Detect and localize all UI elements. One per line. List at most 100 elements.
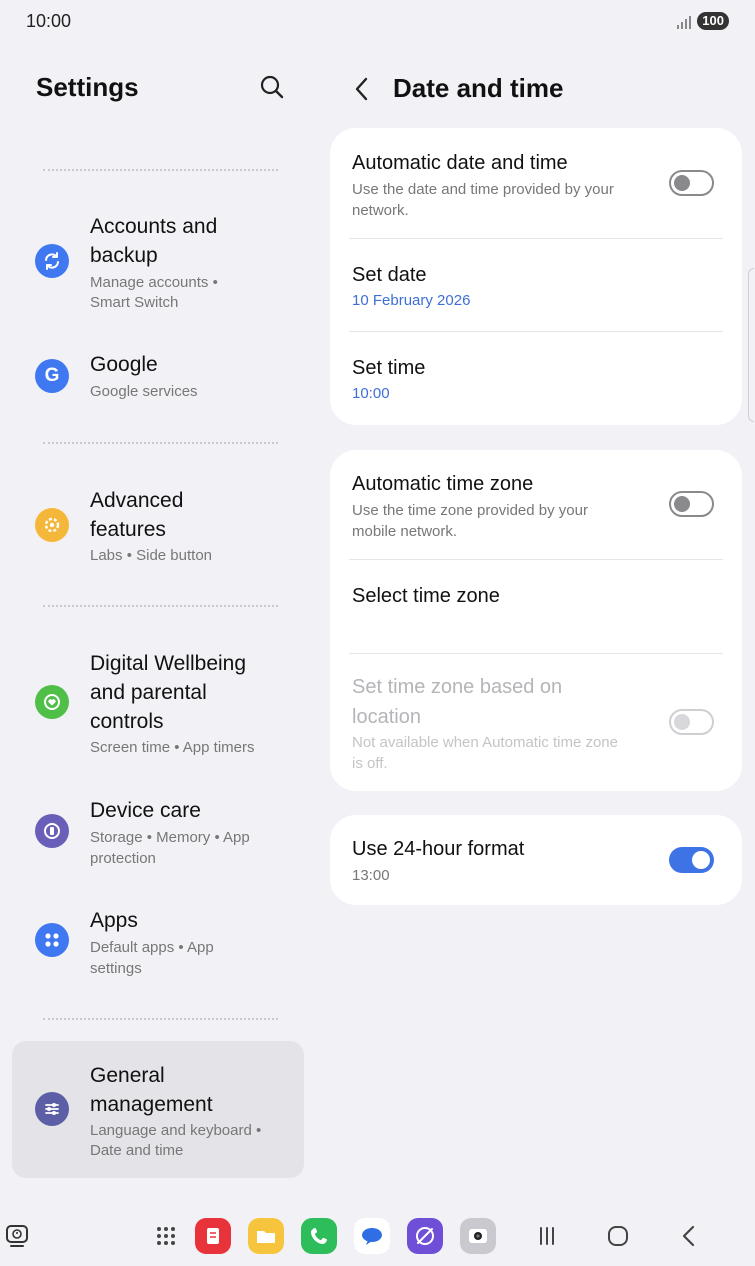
menu-item-title: Advanced <box>90 489 184 512</box>
menu-item-subtitle: Default apps • App <box>90 939 214 956</box>
format-card: Use 24-hour format 13:00 <box>330 815 742 905</box>
section-divider <box>43 605 278 607</box>
menu-item-subtitle: Google services <box>90 383 198 400</box>
camera-icon[interactable] <box>460 1218 496 1254</box>
row-title: location <box>352 706 421 728</box>
automatic-time-zone-toggle[interactable] <box>669 491 714 517</box>
section-divider <box>43 169 278 171</box>
menu-item-title: Apps <box>90 909 138 932</box>
menu-item-title: controls <box>90 710 164 733</box>
use-24-hour-row[interactable]: Use 24-hour format 13:00 <box>330 833 742 889</box>
recents-icon <box>540 1227 554 1245</box>
menu-item-subtitle: Labs • Side button <box>90 547 213 564</box>
my-files-icon[interactable] <box>248 1218 284 1254</box>
automatic-time-zone-row[interactable]: Automatic time zone Use the time zone pr… <box>330 468 742 560</box>
back-arrow-icon <box>682 1225 695 1247</box>
search-icon <box>260 75 284 99</box>
back-button[interactable] <box>348 74 376 104</box>
search-button[interactable] <box>258 73 286 101</box>
row-description: is off. <box>352 755 388 772</box>
settings-title: Settings <box>36 72 139 102</box>
home-button[interactable] <box>603 1222 633 1250</box>
apps-grid-icon <box>35 923 69 957</box>
menu-item-title: Device care <box>90 799 201 822</box>
menu-item-subtitle: Smart Switch <box>90 294 179 311</box>
automatic-date-time-row[interactable]: Automatic date and time Use the date and… <box>330 146 742 238</box>
internet-icon[interactable] <box>407 1218 443 1254</box>
row-title: Set date <box>352 264 427 286</box>
row-divider <box>349 653 723 654</box>
menu-item-title: Accounts and <box>90 215 218 238</box>
menu-item-subtitle: Screen time • App timers <box>90 739 255 756</box>
menu-item-subtitle: Language and keyboard • <box>90 1122 262 1139</box>
time-zone-location-toggle <box>669 709 714 735</box>
nav-back-button[interactable] <box>674 1222 704 1250</box>
menu-item-device-care[interactable]: Device care Storage • Memory • App prote… <box>12 796 304 872</box>
row-description: network. <box>352 202 409 219</box>
google-icon: G <box>35 359 69 393</box>
page-title: Date and time <box>393 73 564 103</box>
set-date-value: 10 February 2026 <box>352 292 471 309</box>
status-icons: 100 <box>677 12 729 30</box>
home-icon <box>608 1226 628 1246</box>
sliders-icon <box>35 1092 69 1126</box>
row-divider <box>349 559 723 560</box>
panel-resize-handle[interactable] <box>748 268 754 422</box>
menu-item-subtitle: Manage accounts • <box>90 274 218 291</box>
menu-item-subtitle: settings <box>90 960 142 977</box>
chevron-left-icon <box>355 77 368 101</box>
menu-item-subtitle: protection <box>90 850 156 867</box>
row-title: Set time <box>352 357 426 379</box>
menu-item-general-management[interactable]: General management Language and keyboard… <box>12 1041 304 1178</box>
status-time: 10:00 <box>26 11 72 31</box>
recent-apps-panel-button[interactable] <box>0 1218 34 1254</box>
messages-icon[interactable] <box>354 1218 390 1254</box>
use-24-hour-toggle[interactable] <box>669 847 714 873</box>
menu-item-digital-wellbeing[interactable]: Digital Wellbeing and parental controls … <box>12 648 304 760</box>
menu-item-title: Google <box>90 353 158 376</box>
menu-item-apps[interactable]: Apps Default apps • App settings <box>12 906 304 982</box>
gear-plus-icon <box>35 508 69 542</box>
section-divider <box>43 1018 278 1020</box>
row-divider <box>349 331 723 332</box>
recents-button[interactable] <box>532 1222 562 1250</box>
signal-icon <box>677 14 692 29</box>
menu-item-accounts-backup[interactable]: Accounts and backup Manage accounts • Sm… <box>12 210 304 314</box>
row-description: Use the date and time provided by your <box>352 181 614 198</box>
menu-item-google[interactable]: G Google Google services <box>12 348 304 406</box>
row-description: 13:00 <box>352 867 390 884</box>
row-divider <box>349 238 723 239</box>
date-time-card: Automatic date and time Use the date and… <box>330 128 742 425</box>
row-description: Use the time zone provided by your <box>352 502 588 519</box>
menu-item-title: and parental <box>90 681 207 704</box>
notes-app-icon[interactable] <box>195 1218 231 1254</box>
menu-item-advanced-features[interactable]: Advanced features Labs • Side button <box>12 484 304 570</box>
row-title: Automatic time zone <box>352 473 534 495</box>
automatic-date-time-toggle[interactable] <box>669 170 714 196</box>
phone-icon[interactable] <box>301 1218 337 1254</box>
menu-item-subtitle: Storage • Memory • App <box>90 829 250 846</box>
menu-item-subtitle: Date and time <box>90 1142 184 1159</box>
time-zone-location-row: Set time zone based on location Not avai… <box>330 672 742 776</box>
menu-item-title: management <box>90 1093 213 1116</box>
row-title: Set time zone based on <box>352 676 563 698</box>
app-grid-icon <box>157 1227 175 1245</box>
sync-icon <box>35 244 69 278</box>
row-title: Select time zone <box>352 585 500 607</box>
set-time-value: 10:00 <box>352 385 390 402</box>
menu-item-title: backup <box>90 244 158 267</box>
app-drawer-button[interactable] <box>148 1218 184 1254</box>
time-zone-card: Automatic time zone Use the time zone pr… <box>330 450 742 791</box>
wellbeing-icon <box>35 685 69 719</box>
row-title: Use 24-hour format <box>352 838 525 860</box>
menu-item-title: Digital Wellbeing <box>90 652 247 675</box>
set-date-row[interactable]: Set date 10 February 2026 <box>330 258 742 328</box>
battery-indicator: 100 <box>697 12 729 30</box>
set-time-row[interactable]: Set time 10:00 <box>330 352 742 422</box>
section-divider <box>43 442 278 444</box>
row-description: Not available when Automatic time zone <box>352 734 618 751</box>
select-time-zone-row[interactable]: Select time zone <box>330 580 742 650</box>
taskbar-panel-icon <box>6 1225 28 1247</box>
device-care-icon <box>35 814 69 848</box>
row-description: mobile network. <box>352 523 458 540</box>
